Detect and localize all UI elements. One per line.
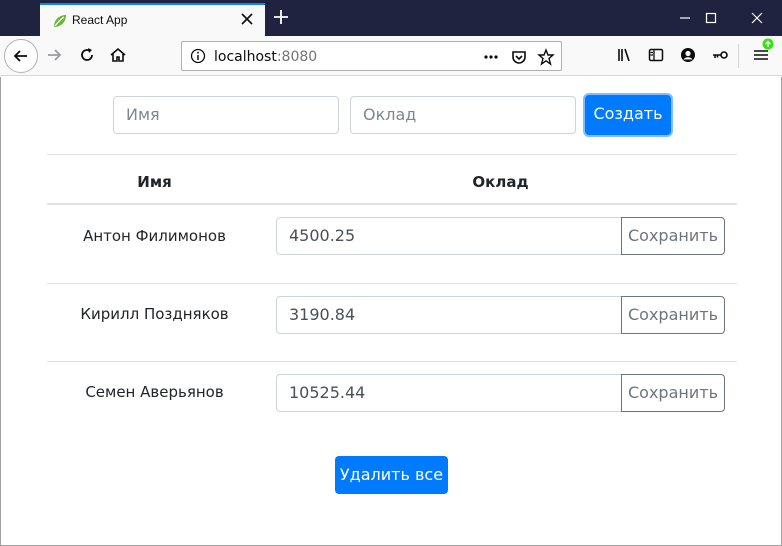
url-text: localhost:8080 [214,49,317,65]
header-salary: Оклад [472,173,529,191]
row-salary-input[interactable]: 10525.44 [276,374,622,412]
save-button[interactable]: Сохранить [621,374,725,412]
delete-all-button[interactable]: Удалить все [335,456,448,494]
more-actions-icon[interactable] [482,49,500,65]
close-window-icon[interactable] [749,10,765,26]
table-header-border [47,203,737,205]
navigation-toolbar: localhost:8080 [0,36,782,76]
tab-title: React App [72,13,128,27]
back-button[interactable] [4,39,38,73]
header-name: Имя [137,173,172,191]
sidebar-icon[interactable] [647,46,665,64]
row-divider [47,283,737,284]
forward-icon[interactable] [45,46,63,64]
row-name: Семен Аверьянов [85,383,224,401]
key-icon[interactable] [711,46,729,64]
window-titlebar: React App [0,0,782,36]
reload-icon[interactable] [78,46,96,64]
info-icon[interactable] [190,48,206,64]
row-name: Антон Филимонов [83,227,226,245]
create-button[interactable]: Создать [585,95,671,135]
spring-leaf-icon [54,15,66,27]
table-top-border [47,154,737,155]
new-tab-icon[interactable] [272,8,290,26]
name-input[interactable]: Имя [113,96,339,134]
url-port: :8080 [276,49,318,65]
page-content: Имя Оклад Создать Имя Оклад Антон Филимо… [0,77,782,546]
save-button[interactable]: Сохранить [621,217,725,255]
bookmark-star-icon[interactable] [537,48,555,66]
arrow-left-icon [13,50,27,62]
update-badge-icon [762,38,774,50]
toolbar-divider [738,44,739,68]
row-divider [47,361,737,362]
maximize-icon[interactable] [703,10,719,26]
salary-input[interactable]: Оклад [350,96,576,134]
close-tab-icon[interactable] [239,11,255,27]
pocket-icon[interactable] [510,48,528,66]
account-icon[interactable] [679,46,697,64]
minimize-icon[interactable] [677,10,693,26]
save-button[interactable]: Сохранить [621,296,725,334]
url-host: localhost [214,49,277,65]
row-salary-input[interactable]: 3190.84 [276,296,622,334]
browser-tab[interactable]: React App [40,3,265,36]
library-icon[interactable] [616,46,634,64]
row-name: Кирилл Поздняков [80,305,229,323]
row-salary-input[interactable]: 4500.25 [276,217,622,255]
url-bar[interactable]: localhost:8080 [181,41,562,71]
home-icon[interactable] [109,46,127,64]
